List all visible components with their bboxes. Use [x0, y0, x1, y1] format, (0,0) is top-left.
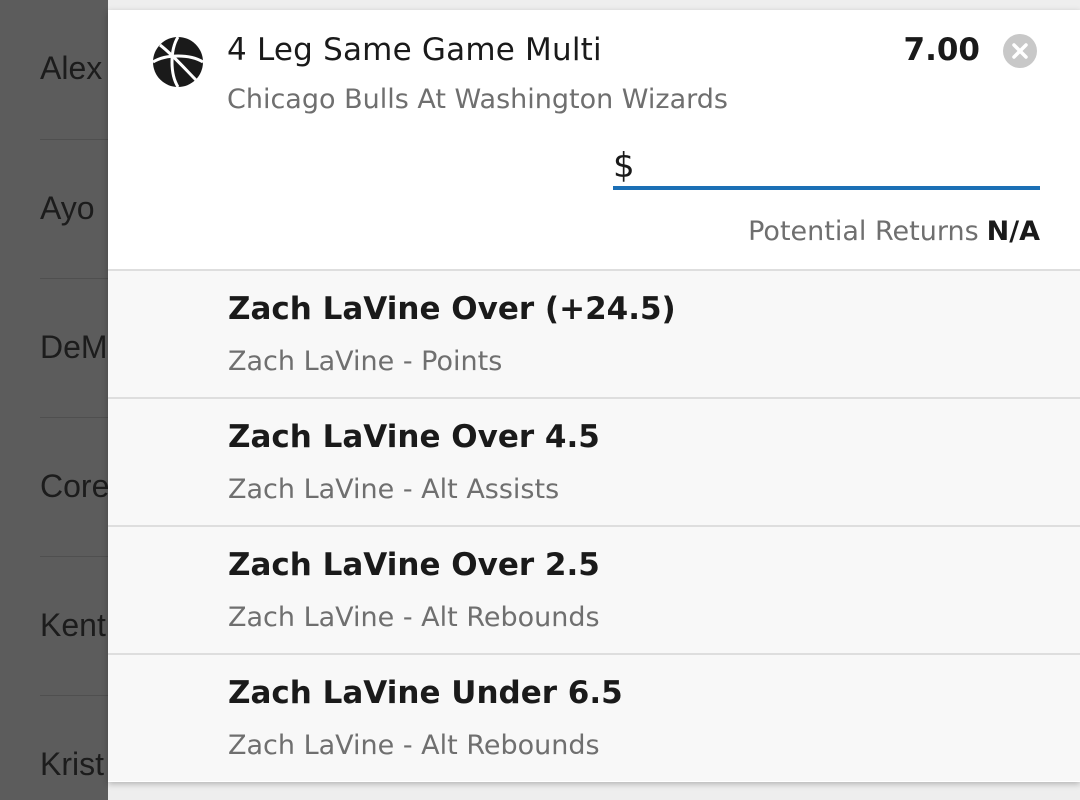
potential-returns-label: Potential Returns [748, 216, 979, 247]
leg-selection: Zach LaVine Over 2.5 [228, 547, 600, 583]
stake-input[interactable] [613, 140, 1040, 190]
background-list-item-label: Core [40, 468, 108, 504]
betslip-panel: 4 Leg Same Game Multi 7.00 Chicago Bulls… [108, 0, 1080, 800]
background-list-item-label: Krist [40, 746, 104, 782]
potential-returns: Potential Returns N/A [748, 216, 1040, 247]
background-list-item: DeM [40, 278, 108, 417]
leg-market: Zach LaVine - Points [228, 346, 503, 377]
background-list-item-label: DeM [40, 329, 108, 365]
close-icon[interactable] [1003, 34, 1037, 68]
leg-market: Zach LaVine - Alt Rebounds [228, 730, 600, 761]
background-list-item: Core [40, 417, 108, 556]
leg-market: Zach LaVine - Alt Assists [228, 474, 560, 505]
bet-card: 4 Leg Same Game Multi 7.00 Chicago Bulls… [108, 10, 1080, 782]
background-list-item: Krist [40, 695, 108, 800]
basketball-icon [152, 36, 204, 88]
leg-selection: Zach LaVine Over (+24.5) [228, 291, 676, 327]
background-list: Alex Ayo DeM Core Kent Krist [0, 0, 108, 800]
background-list-item: Alex [40, 0, 108, 139]
background-list-item-label: Kent [40, 607, 106, 643]
leg-selection: Zach LaVine Over 4.5 [228, 419, 600, 455]
list-item: Zach LaVine Over (+24.5) Zach LaVine - P… [108, 269, 1080, 397]
list-item: Zach LaVine Over 2.5 Zach LaVine - Alt R… [108, 525, 1080, 653]
bet-odds: 7.00 [903, 32, 981, 68]
potential-returns-value: N/A [986, 216, 1040, 247]
bet-header: 4 Leg Same Game Multi 7.00 Chicago Bulls… [108, 10, 1080, 270]
list-item: Zach LaVine Over 4.5 Zach LaVine - Alt A… [108, 397, 1080, 525]
list-item: Zach LaVine Under 6.5 Zach LaVine - Alt … [108, 653, 1080, 781]
background-list-item: Kent [40, 556, 108, 695]
bet-title: 4 Leg Same Game Multi [227, 32, 602, 68]
background-list-item: Ayo [40, 139, 108, 278]
background-list-item-label: Ayo [40, 190, 95, 226]
background-list-item-label: Alex [40, 50, 103, 86]
leg-selection: Zach LaVine Under 6.5 [228, 675, 623, 711]
leg-market: Zach LaVine - Alt Rebounds [228, 602, 600, 633]
bet-legs-list: Zach LaVine Over (+24.5) Zach LaVine - P… [108, 269, 1080, 781]
event-name: Chicago Bulls At Washington Wizards [227, 84, 728, 115]
